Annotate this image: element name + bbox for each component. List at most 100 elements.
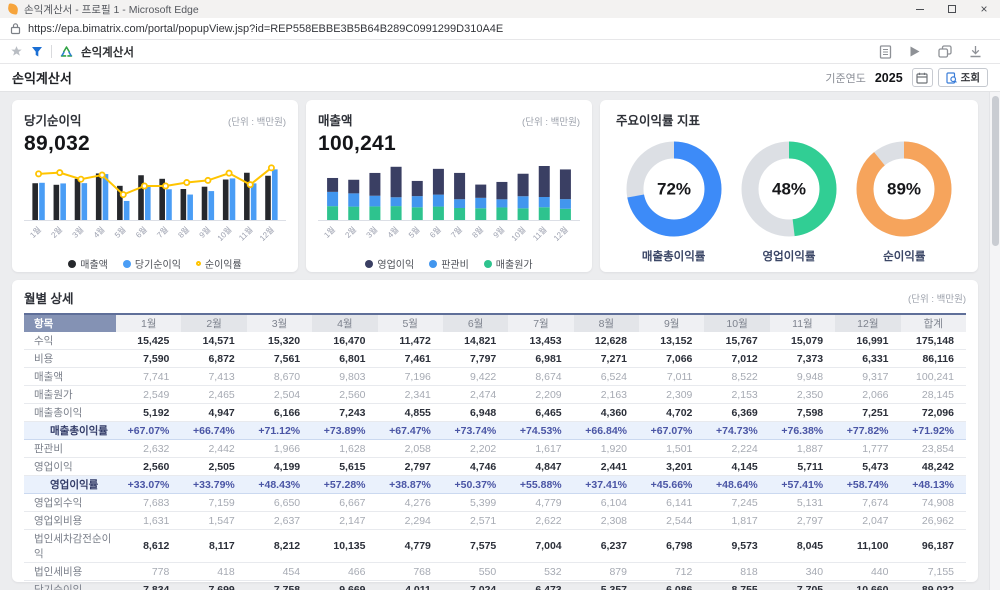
table-cell: +48.64% [704, 476, 769, 494]
table-cell: 7,012 [704, 350, 769, 368]
table-cell: 7,004 [508, 530, 573, 563]
line-marker [248, 182, 253, 187]
download-icon[interactable] [969, 45, 982, 58]
vertical-scrollbar[interactable] [989, 92, 1000, 590]
table-cell: 6,331 [835, 350, 900, 368]
minimize-button[interactable] [904, 0, 936, 18]
table-cell: +66.84% [574, 422, 639, 440]
maximize-button[interactable] [936, 0, 968, 18]
report-tools [879, 45, 990, 59]
table-cell: 2,560 [116, 458, 181, 476]
net-income-bar [187, 195, 193, 220]
table-cell: 14,571 [181, 332, 246, 350]
line-marker [57, 170, 62, 175]
base-year-label: 기준연도 [825, 70, 865, 86]
table-cell: 16,991 [835, 332, 900, 350]
table-row: 판관비2,6322,4421,9661,6282,0582,2021,6171,… [24, 440, 966, 458]
table-cell: 6,524 [574, 368, 639, 386]
legend-item[interactable]: 영업이익 [365, 256, 414, 271]
table-cell: 532 [508, 563, 573, 581]
scrollbar-thumb[interactable] [992, 96, 999, 246]
table-cell: 8,612 [116, 530, 181, 563]
stacked-bar-segment [348, 180, 359, 194]
net-income-card-title: 당기순이익 [24, 110, 82, 129]
legend-item[interactable]: 매출원가 [484, 256, 533, 271]
legend-item[interactable]: 순이익률 [196, 256, 242, 271]
url-bar[interactable]: https://epa.bimatrix.com/portal/popupVie… [0, 18, 1000, 40]
table-cell: 6,981 [508, 350, 573, 368]
stacked-bar-segment [391, 197, 402, 206]
calendar-icon [916, 72, 928, 84]
net-income-legend: 매출액 당기순이익 순이익률 [24, 256, 286, 271]
row-label: 당기순이익 [24, 581, 116, 590]
net-income-value: 89,032 [24, 132, 286, 156]
profit-ratio-card: 주요이익률 지표 72%매출총이익률48%영업이익률89%순이익률 [600, 100, 978, 272]
table-cell: 48,242 [901, 458, 967, 476]
table-cell: 15,079 [770, 332, 835, 350]
legend-item[interactable]: 판관비 [429, 256, 469, 271]
close-button[interactable]: × [968, 0, 1000, 18]
table-cell: 2,441 [574, 458, 639, 476]
x-axis-label: 1월 [322, 224, 337, 239]
net-income-unit: (단위 : 백만원) [228, 114, 286, 128]
table-header-row: 항목1월2월3월4월5월6월7월8월9월10월11월12월합계 [24, 314, 966, 332]
page-title: 손익계산서 [12, 68, 72, 87]
stacked-bar-segment [391, 206, 402, 220]
table-cell: +48.43% [247, 476, 312, 494]
table-cell: 550 [443, 563, 508, 581]
table-cell: 1,887 [770, 440, 835, 458]
document-icon[interactable] [879, 45, 892, 59]
table-cell: 7,598 [770, 404, 835, 422]
url-text: https://epa.bimatrix.com/portal/popupVie… [28, 23, 503, 35]
popup-window-icon[interactable] [938, 45, 952, 58]
run-icon[interactable] [909, 45, 921, 58]
table-cell: +48.13% [901, 476, 967, 494]
table-cell: +67.47% [378, 422, 443, 440]
net-income-card: 당기순이익 (단위 : 백만원) 89,032 1월2월3월4월5월6월7월8월… [12, 100, 298, 272]
donut-label: 영업이익률 [763, 248, 816, 264]
monthly-detail-title: 월별 상세 [24, 288, 73, 307]
table-cell: 2,147 [312, 512, 377, 530]
table-cell: 6,650 [247, 494, 312, 512]
table-cell: 2,202 [443, 440, 508, 458]
month-column-header: 8월 [574, 314, 639, 332]
table-cell: 7,699 [181, 581, 246, 590]
report-name[interactable]: 손익계산서 [81, 44, 134, 60]
stacked-bar-segment [433, 169, 444, 195]
x-axis-label: 10월 [215, 224, 234, 243]
table-row: 수익15,42514,57115,32016,47011,47214,82113… [24, 332, 966, 350]
table-cell: 6,237 [574, 530, 639, 563]
base-year-value[interactable]: 2025 [875, 71, 903, 85]
table-cell: 7,155 [901, 563, 967, 581]
star-icon[interactable] [10, 45, 23, 58]
table-cell: 2,294 [378, 512, 443, 530]
stacked-bar-segment [539, 166, 550, 197]
table-cell: 175,148 [901, 332, 967, 350]
table-cell: 6,473 [508, 581, 573, 590]
table-cell: 14,821 [443, 332, 508, 350]
table-cell: 74,908 [901, 494, 967, 512]
table-cell: 8,212 [247, 530, 312, 563]
x-axis-label: 6월 [427, 224, 442, 239]
legend-dot-icon [123, 260, 131, 268]
calendar-button[interactable] [912, 68, 933, 87]
table-cell: 4,746 [443, 458, 508, 476]
stacked-bar-segment [348, 207, 359, 220]
table-cell: 7,705 [770, 581, 835, 590]
sales-bar [202, 187, 208, 220]
search-button[interactable]: 조회 [938, 68, 988, 87]
table-cell: 72,096 [901, 404, 967, 422]
table-row: 매출총이익률+67.07%+66.74%+71.12%+73.89%+67.47… [24, 422, 966, 440]
monthly-detail-section: 월별 상세 (단위 : 백만원) 항목1월2월3월4월5월6월7월8월9월10월… [12, 280, 978, 582]
line-marker [99, 172, 104, 177]
legend-item[interactable]: 당기순이익 [123, 256, 181, 271]
legend-item[interactable]: 매출액 [68, 256, 108, 271]
line-marker [163, 183, 168, 188]
x-axis-label: 3월 [364, 224, 379, 239]
table-cell: +33.79% [181, 476, 246, 494]
table-cell: 7,575 [443, 530, 508, 563]
row-label: 매출총이익 [24, 404, 116, 422]
sales-bar [265, 176, 271, 220]
stacked-bar-segment [518, 174, 529, 197]
filter-icon[interactable] [31, 46, 43, 58]
